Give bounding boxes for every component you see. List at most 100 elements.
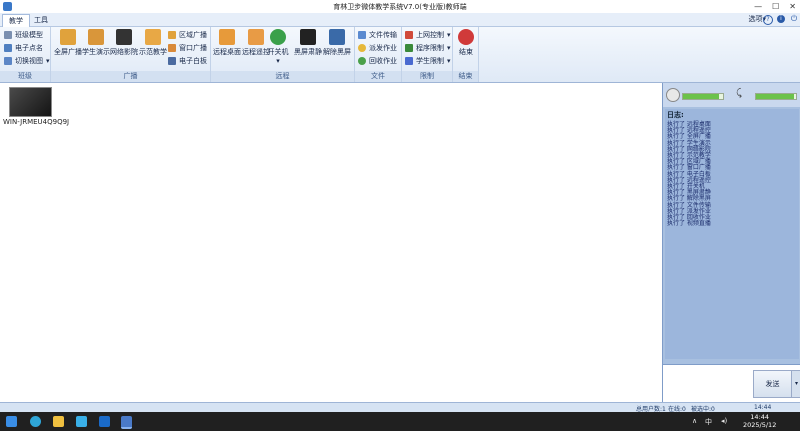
demo-teaching-icon [145,29,161,45]
group-label-limit: 限制 [402,71,452,82]
send-button[interactable]: 发送 [753,370,792,398]
demo-teaching-button[interactable]: 示范教学 [137,29,169,57]
remote-desktop-button[interactable]: 远程桌面 [211,29,243,57]
info-icon[interactable]: i [777,15,785,23]
group-file: 文件传输 派发作业 回收作业 文件 [355,27,402,82]
volume-icon[interactable]: ◂) [721,417,727,425]
student-limit-label: 学生限制 [416,57,444,65]
input-language[interactable]: 中 [705,417,712,427]
group-label-class: 班级 [0,71,50,82]
log-lines: 执行了 远程桌面 执行了 远程遥控 执行了 全屏广播 执行了 学生演示 执行了 网络影院… [665,121,799,228]
right-panel: ⤹ 日志: 执行了 远程桌面 执行了 远程遥控 执行了 全屏广播 执行了 学生演示 执行… [662,83,800,403]
chevron-down-icon: ▾ [276,57,280,65]
mic-volume-bar[interactable] [755,93,797,100]
speaker-volume-bar[interactable] [682,93,724,100]
internet-control-button[interactable]: 上网控制 ▾ [405,29,451,41]
student-demo-icon [88,29,104,45]
window-broadcast-button[interactable]: 窗口广播 [168,42,207,54]
whiteboard-icon [168,57,176,65]
end-button[interactable]: 结束 [450,29,482,57]
title-bar: 育林卫步微体教学系统V7.0(专业版)教师端 — ☐ ✕ [0,0,800,13]
start-icon[interactable] [6,416,17,427]
network-cinema-button[interactable]: 网络影院 [108,29,140,57]
switch-view-label: 切换视图 [15,57,43,65]
collect-homework-label: 回收作业 [369,57,397,65]
black-screen-icon [300,29,316,45]
collect-homework-button[interactable]: 回收作业 [358,55,397,67]
power-switch-label: 开关机 [267,48,289,56]
demo-teaching-label: 示范教学 [139,48,167,56]
student-computer-name: WIN-JRMEU4Q9Q9J [3,118,70,126]
black-screen-label: 黑屏肃静 [294,48,322,56]
outlook-icon[interactable] [99,416,110,427]
ribbon-tabs: 教学 工具 选项▾ ? i ⏻ [0,13,800,27]
close-icon[interactable]: ✕ [789,0,796,13]
area-broadcast-button[interactable]: 区域广播 [168,29,207,41]
assign-homework-button[interactable]: 派发作业 [358,42,397,54]
student-area[interactable]: WIN-JRMEU4Q9Q9J [0,83,661,402]
whiteboard-button[interactable]: 电子白板 [168,55,207,67]
mic-volume-fill [756,94,794,99]
window-broadcast-icon [168,44,176,52]
teacher-app-icon[interactable] [121,416,132,429]
send-options-icon[interactable]: ▾ [791,370,800,398]
taskbar-time: 14:44 [750,413,770,421]
rollcall-button[interactable]: 电子点名 [4,42,43,54]
student-limit-icon [405,57,413,65]
group-label-file: 文件 [355,71,401,82]
end-label: 结束 [459,48,473,56]
photos-icon[interactable] [76,416,87,427]
area-broadcast-icon [168,31,176,39]
edge-icon[interactable] [30,416,41,427]
program-limit-button[interactable]: 程序限制 ▾ [405,42,451,54]
chevron-down-icon: ▾ [46,57,50,65]
internet-control-icon [405,31,413,39]
unblack-screen-button[interactable]: 解除黑屏 [321,29,353,57]
group-label-remote: 远程 [211,71,354,82]
whiteboard-label: 电子白板 [179,57,207,65]
power-switch-button[interactable]: 开关机 ▾ [265,29,291,65]
power-icon[interactable]: ⏻ [790,15,798,23]
group-broadcast: 全屏广播 学生演示 网络影院 示范教学 区域广播 窗口广播 电子白板 广播 [51,27,211,82]
unblack-screen-icon [329,29,345,45]
tray-overflow-icon[interactable]: ∧ [692,417,697,425]
internet-control-label: 上网控制 [416,31,444,39]
group-limit: 上网控制 ▾ 程序限制 ▾ 学生限制 ▾ 限制 [402,27,453,82]
help-icon[interactable]: ? [763,15,773,25]
end-icon [458,29,474,45]
group-end: 结束 结束 [453,27,479,82]
tab-tools[interactable]: 工具 [28,14,54,26]
ribbon: 班级模型 电子点名 切换视图 ▾ 班级 全屏广播 学生演示 网络影院 示范教学 [0,27,800,83]
fullscreen-broadcast-icon [60,29,76,45]
student-limit-button[interactable]: 学生限制 ▾ [405,55,451,67]
student-computer-thumbnail[interactable] [9,87,52,117]
message-input[interactable]: 发送 ▾ [663,364,800,403]
microphone-icon[interactable]: ⤹ [736,88,742,99]
taskbar-date: 2025/5/12 [743,421,777,429]
maximize-icon[interactable]: ☐ [772,0,779,13]
minimize-icon[interactable]: — [754,0,762,13]
switch-view-button[interactable]: 切换视图 ▾ [4,55,50,67]
tab-teaching[interactable]: 教学 [2,14,30,27]
file-explorer-icon[interactable] [53,416,64,427]
group-label-broadcast: 广播 [51,71,210,82]
group-label-end: 结束 [453,71,478,82]
remote-control-icon [248,29,264,45]
group-class: 班级模型 电子点名 切换视图 ▾ 班级 [0,27,51,82]
log-line: 执行了 视频直播 [667,220,711,228]
taskbar-clock[interactable]: 14:44 2025/5/12 [743,413,776,429]
file-transfer-icon [358,31,366,39]
log-title: 日志: [667,111,684,119]
remote-desktop-icon [219,29,235,45]
network-cinema-icon [116,29,132,45]
window-broadcast-label: 窗口广播 [179,44,207,52]
file-transfer-label: 文件传输 [369,31,397,39]
unblack-screen-label: 解除黑屏 [323,48,351,56]
class-model-button[interactable]: 班级模型 [4,29,43,41]
collect-homework-icon [358,57,366,65]
black-screen-button[interactable]: 黑屏肃静 [292,29,324,57]
file-transfer-button[interactable]: 文件传输 [358,29,397,41]
remote-desktop-label: 远程桌面 [213,48,241,56]
options-label: 选项 [748,15,763,23]
speaker-icon[interactable] [666,88,680,102]
